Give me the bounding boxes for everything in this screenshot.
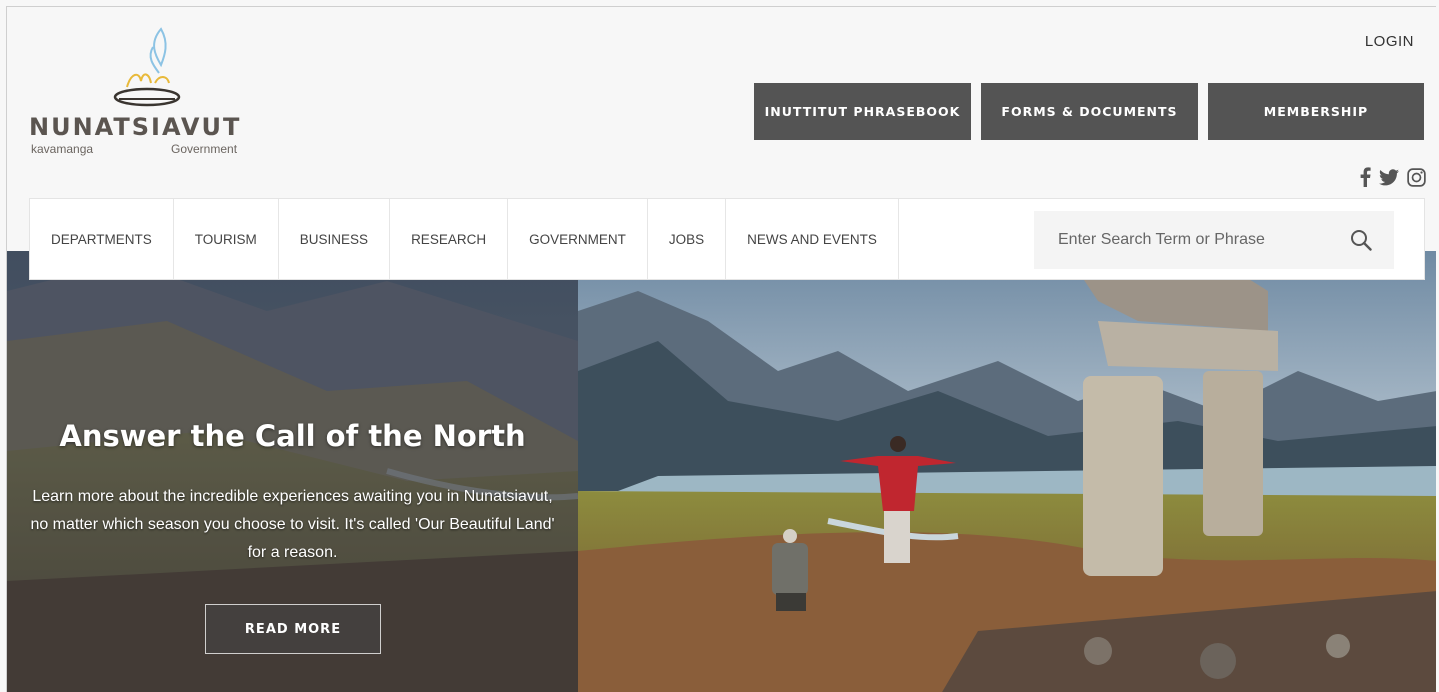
logo-subtext-left: kavamanga bbox=[31, 142, 94, 156]
logo-subtext-right: Government bbox=[171, 142, 238, 156]
forms-documents-button[interactable]: FORMS & DOCUMENTS bbox=[981, 83, 1198, 140]
inuttitut-phrasebook-button[interactable]: INUTTITUT PHRASEBOOK bbox=[754, 83, 971, 140]
hero-right-image bbox=[578, 251, 1436, 692]
twitter-icon[interactable] bbox=[1379, 168, 1399, 191]
hero-title: Answer the Call of the North bbox=[59, 419, 526, 453]
social-links bbox=[1359, 167, 1426, 192]
nav-item-business[interactable]: BUSINESS bbox=[279, 199, 391, 279]
nav-item-tourism[interactable]: TOURISM bbox=[174, 199, 279, 279]
nav-item-departments[interactable]: DEPARTMENTS bbox=[30, 199, 174, 279]
facebook-icon[interactable] bbox=[1359, 167, 1371, 192]
hero-banner: Answer the Call of the North Learn more … bbox=[7, 251, 1436, 692]
logo[interactable]: NUNATSIAVUT kavamanga Government bbox=[29, 25, 269, 165]
membership-button[interactable]: MEMBERSHIP bbox=[1208, 83, 1424, 140]
search-icon[interactable] bbox=[1350, 229, 1372, 251]
logo-wordmark: NUNATSIAVUT bbox=[29, 113, 242, 141]
nav-item-government[interactable]: GOVERNMENT bbox=[508, 199, 648, 279]
main-nav: DEPARTMENTS TOURISM BUSINESS RESEARCH GO… bbox=[29, 198, 1425, 280]
read-more-button[interactable]: READ MORE bbox=[205, 604, 381, 654]
login-link[interactable]: LOGIN bbox=[1365, 33, 1414, 50]
search-box bbox=[1034, 211, 1394, 269]
nav-item-research[interactable]: RESEARCH bbox=[390, 199, 509, 279]
nav-item-jobs[interactable]: JOBS bbox=[648, 199, 727, 279]
nav-item-news-and-events[interactable]: NEWS AND EVENTS bbox=[726, 199, 899, 279]
instagram-icon[interactable] bbox=[1407, 167, 1426, 192]
logo-mark-icon bbox=[113, 27, 181, 107]
top-buttons: INUTTITUT PHRASEBOOK FORMS & DOCUMENTS M… bbox=[754, 83, 1424, 140]
hero-description: Learn more about the incredible experien… bbox=[30, 488, 555, 561]
search-input[interactable] bbox=[1034, 231, 1334, 249]
page: NUNATSIAVUT kavamanga Government LOGIN I… bbox=[6, 6, 1436, 692]
